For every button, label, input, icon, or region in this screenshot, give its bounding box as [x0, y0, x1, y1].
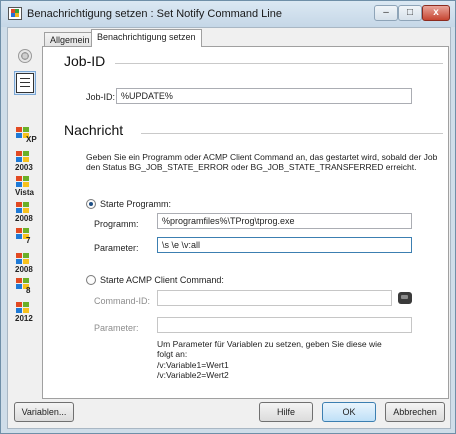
os-2008-icon[interactable]: 2008 — [12, 202, 38, 224]
close-button[interactable]: x — [422, 5, 450, 21]
jobid-section-title: Job-ID — [64, 53, 106, 69]
minimize-button[interactable]: – — [374, 5, 398, 21]
os-2003-icon[interactable]: 2003 — [12, 151, 38, 173]
description-text: Geben Sie ein Programm oder ACMP Client … — [86, 152, 438, 172]
section-divider — [141, 133, 443, 134]
cancel-button[interactable]: Abbrechen — [385, 402, 445, 422]
os-label: 2003 — [15, 163, 33, 172]
tab-allgemein[interactable]: Allgemein — [44, 32, 96, 46]
os-label: Vista — [15, 188, 34, 197]
browse-commands-icon[interactable] — [398, 292, 412, 304]
command-id-input[interactable] — [157, 290, 392, 306]
os-xp-icon[interactable]: XP — [12, 127, 38, 149]
start-acmp-radio[interactable] — [86, 275, 96, 285]
parameter-label: Parameter: — [94, 243, 139, 253]
ok-button[interactable]: OK — [322, 402, 376, 422]
program-label: Programm: — [94, 219, 139, 229]
os-8-icon[interactable]: 8 — [12, 278, 38, 300]
dialog-window: Benachrichtigung setzen : Set Notify Com… — [0, 0, 456, 434]
settings-circle-icon[interactable] — [18, 49, 32, 63]
os-7-icon[interactable]: 7 — [12, 228, 38, 250]
os-label: 2008 — [15, 265, 33, 274]
jobid-label: Job-ID: — [86, 92, 116, 102]
os-2008r2-icon[interactable]: 2008 — [12, 253, 38, 275]
os-label: 8 — [26, 286, 31, 295]
section-divider — [115, 63, 443, 64]
program-input[interactable]: %programfiles%\TProg\tprog.exe — [157, 213, 412, 229]
app-icon — [8, 7, 22, 20]
jobid-input[interactable]: %UPDATE% — [116, 88, 412, 104]
start-program-label[interactable]: Starte Programm: — [100, 199, 171, 209]
acmp-parameter-input[interactable] — [157, 317, 412, 333]
command-id-label: Command-ID: — [94, 296, 151, 306]
left-toolbar: XP 2003 Vista 2008 7 2008 8 2012 — [10, 34, 38, 334]
os-vista-icon[interactable]: Vista — [12, 176, 38, 198]
hint-line-3: /v:Variable1=Wert1 — [157, 360, 229, 370]
message-section-title: Nachricht — [64, 122, 124, 138]
hint-line-1: Um Parameter für Variablen zu setzen, ge… — [157, 339, 382, 349]
document-icon[interactable] — [16, 73, 34, 93]
variables-button[interactable]: Variablen... — [14, 402, 74, 422]
help-button[interactable]: Hilfe — [259, 402, 313, 422]
title-bar: Benachrichtigung setzen : Set Notify Com… — [1, 1, 455, 27]
tab-panel: Job-ID Job-ID: %UPDATE% Nachricht Geben … — [42, 46, 449, 399]
hint-line-2: folgt an: — [157, 349, 188, 359]
maximize-button[interactable]: □ — [398, 5, 422, 21]
os-label: 2008 — [15, 214, 33, 223]
start-acmp-label[interactable]: Starte ACMP Client Command: — [100, 275, 224, 285]
os-2012-icon[interactable]: 2012 — [12, 302, 38, 324]
os-label: 2012 — [15, 314, 33, 323]
hint-line-4: /v:Variable2=Wert2 — [157, 370, 229, 380]
acmp-parameter-label: Parameter: — [94, 323, 139, 333]
os-label: XP — [26, 135, 37, 144]
dialog-client: XP 2003 Vista 2008 7 2008 8 2012 Allgeme… — [7, 27, 451, 429]
window-title: Benachrichtigung setzen : Set Notify Com… — [27, 8, 282, 20]
os-label: 7 — [26, 236, 31, 245]
start-program-radio[interactable] — [86, 199, 96, 209]
tab-benachrichtigung-setzen[interactable]: Benachrichtigung setzen — [91, 29, 202, 47]
parameter-input[interactable]: \s \e \v:all — [157, 237, 412, 253]
